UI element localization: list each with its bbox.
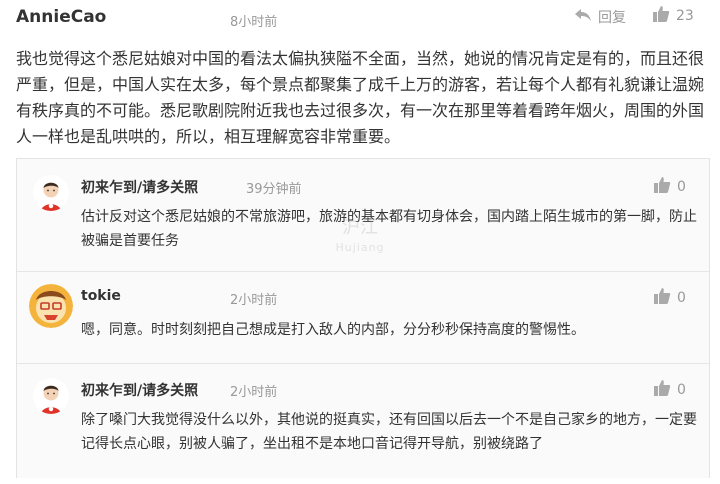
- reply-item: 初来乍到/请多关照 2小时前 0 除了嗓门大我觉得没什么以外，其他说的挺真实，还…: [17, 363, 709, 478]
- reply-like-button[interactable]: 0: [653, 287, 686, 309]
- reply-item: 初来乍到/请多关照 39分钟前 0 估计反对这个悉尼姑娘的不常旅游吧，旅游的基本…: [17, 159, 709, 271]
- reply-button[interactable]: 回复: [574, 7, 626, 27]
- man-avatar-icon[interactable]: [33, 378, 69, 414]
- reply-item: tokie 2小时前 0 嗯，同意。时时刻刻把自己想成是打入敌人的内部，分分秒秒…: [17, 271, 709, 364]
- cartoon-avatar-icon[interactable]: [29, 284, 73, 328]
- reply-list: 初来乍到/请多关照 39分钟前 0 估计反对这个悉尼姑娘的不常旅游吧，旅游的基本…: [16, 158, 710, 478]
- reply-author[interactable]: 初来乍到/请多关照: [81, 380, 198, 400]
- reply-time: 39分钟前: [246, 182, 302, 197]
- post-header: AnnieCao 8小时前 回复 23: [0, 0, 720, 36]
- reply-like-button[interactable]: 0: [653, 379, 686, 401]
- thumbs-up-icon: [653, 379, 671, 401]
- post-like-count: 23: [676, 8, 694, 24]
- reply-label: 回复: [598, 10, 626, 26]
- post-time: 8小时前: [230, 15, 278, 30]
- reply-time: 2小时前: [230, 293, 278, 308]
- reply-time: 2小时前: [230, 385, 278, 400]
- post-author[interactable]: AnnieCao: [16, 7, 106, 27]
- reply-text: 估计反对这个悉尼姑娘的不常旅游吧，旅游的基本都有切身体会，国内踏上陌生城市的第一…: [81, 209, 697, 249]
- reply-author[interactable]: tokie: [81, 288, 121, 304]
- reply-like-count: 0: [677, 382, 686, 398]
- thumbs-up-icon: [653, 176, 671, 198]
- reply-text: 嗯，同意。时时刻刻把自己想成是打入敌人的内部，分分秒秒保持高度的警惕性。: [81, 322, 585, 338]
- man-avatar-icon[interactable]: [33, 175, 69, 211]
- post-like-button[interactable]: 23: [652, 5, 694, 27]
- reply-author[interactable]: 初来乍到/请多关照: [81, 177, 198, 197]
- reply-like-button[interactable]: 0: [653, 176, 686, 198]
- thumbs-up-icon: [653, 287, 671, 309]
- reply-like-count: 0: [677, 179, 686, 195]
- thumbs-up-icon: [652, 5, 670, 27]
- reply-text: 除了嗓门大我觉得没什么以外，其他说的挺真实，还有回国以后去一个不是自己家乡的地方…: [81, 412, 697, 452]
- reply-like-count: 0: [677, 290, 686, 306]
- reply-arrow-icon: [574, 8, 592, 26]
- post-text: 我也觉得这个悉尼姑娘对中国的看法太偏执狭隘不全面，当然，她说的情况肯定是有的，而…: [16, 49, 705, 146]
